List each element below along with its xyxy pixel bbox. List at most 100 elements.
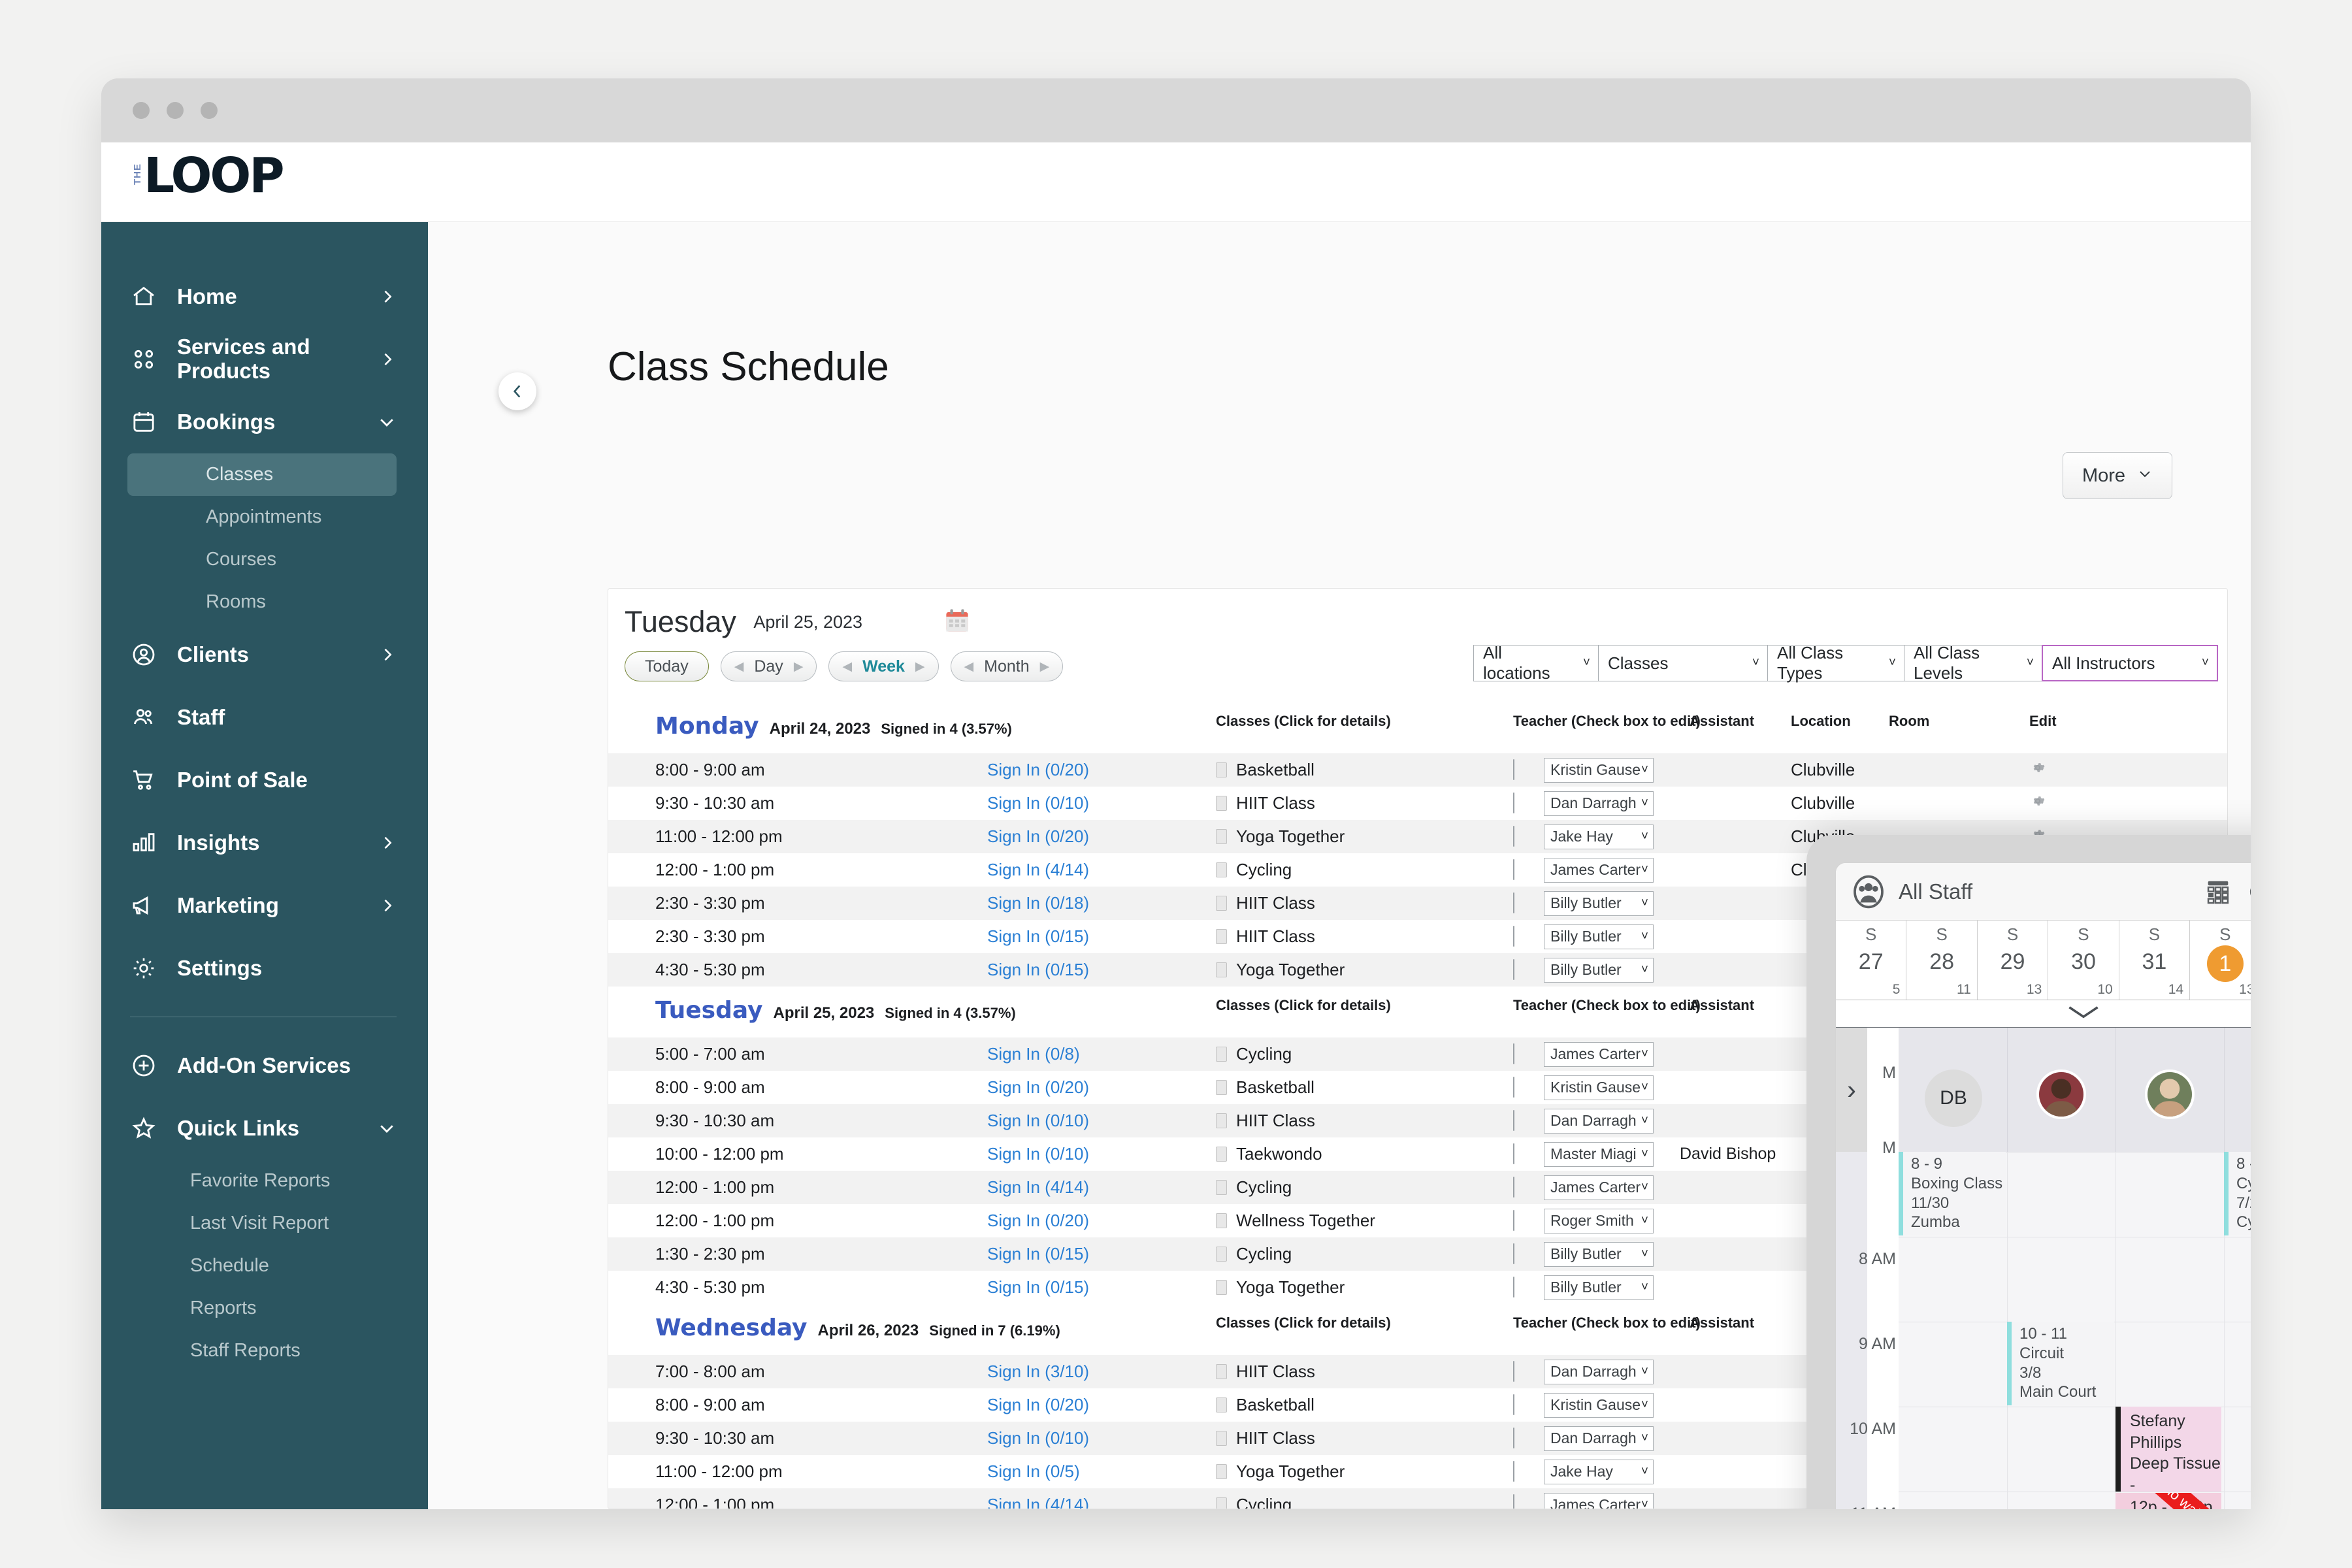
sign-in-link[interactable]: Sign In (0/20) [987, 826, 1089, 847]
staff-filter-label[interactable]: All Staff [1899, 879, 1972, 904]
today-button[interactable]: Today [625, 651, 709, 681]
class-name-cell[interactable]: Cycling [1216, 860, 1292, 880]
window-minimize-dot[interactable] [167, 102, 184, 119]
class-name-cell[interactable]: HIIT Class [1216, 1428, 1315, 1448]
sidebar-item-reports[interactable]: Reports [127, 1287, 397, 1330]
class-name-cell[interactable]: Cycling [1216, 1495, 1292, 1509]
sign-in-link[interactable]: Sign In (4/14) [987, 1495, 1089, 1509]
sidebar-item-services-and-products[interactable]: Services and Products [101, 328, 428, 391]
week-view-toggle[interactable]: ◀ Week ▶ [828, 651, 938, 681]
sign-in-link[interactable]: Sign In (4/14) [987, 1177, 1089, 1198]
sign-in-link[interactable]: Sign In (0/10) [987, 1144, 1089, 1164]
teacher-select[interactable]: Billy Butler˅ [1544, 958, 1654, 983]
sign-in-link[interactable]: Sign In (0/5) [987, 1462, 1080, 1482]
expand-staff-arrow[interactable]: › [1836, 1028, 1867, 1152]
week-day-cell[interactable]: S3010 [2048, 921, 2118, 1000]
week-day-cell[interactable]: S2811 [1906, 921, 1976, 1000]
prev-day-icon[interactable]: ◀ [734, 659, 744, 674]
class-name-cell[interactable]: Basketball [1216, 1395, 1315, 1415]
sidebar-item-appointments[interactable]: Appointments [127, 496, 397, 538]
class-name-cell[interactable]: Yoga Together [1216, 1277, 1345, 1298]
sidebar-item-marketing[interactable]: Marketing [101, 874, 428, 937]
sign-in-link[interactable]: Sign In (0/15) [987, 1244, 1089, 1264]
class-name-cell[interactable]: Yoga Together [1216, 826, 1345, 847]
window-maximize-dot[interactable] [201, 102, 218, 119]
sidebar-item-clients[interactable]: Clients [101, 623, 428, 686]
edit-checkbox[interactable] [1513, 1077, 1514, 1098]
teacher-select[interactable]: James Carter˅ [1544, 858, 1654, 883]
more-button[interactable]: More [2063, 452, 2172, 499]
edit-checkbox[interactable] [1513, 1277, 1514, 1298]
sidebar-item-settings[interactable]: Settings [101, 937, 428, 1000]
sign-in-link[interactable]: Sign In (0/20) [987, 1077, 1089, 1098]
sidebar-item-point-of-sale[interactable]: Point of Sale [101, 749, 428, 811]
class-name-cell[interactable]: HIIT Class [1216, 1362, 1315, 1382]
sign-in-link[interactable]: Sign In (4/14) [987, 860, 1089, 880]
class-name-cell[interactable]: Cycling [1216, 1244, 1292, 1264]
calendar-event[interactable]: 8 - 9Boxing Class11/30Zumba Room [1899, 1152, 2006, 1235]
window-close-dot[interactable] [133, 102, 150, 119]
filter-locations[interactable]: All locations ˅ [1473, 645, 1599, 681]
sign-in-link[interactable]: Sign In (0/10) [987, 1428, 1089, 1448]
sidebar-item-last-visit-report[interactable]: Last Visit Report [127, 1202, 397, 1245]
sign-in-link[interactable]: Sign In (3/10) [987, 1362, 1089, 1382]
class-name-cell[interactable]: HIIT Class [1216, 893, 1315, 913]
edit-checkbox[interactable] [1513, 826, 1514, 847]
sidebar-item-quick-links[interactable]: Quick Links [101, 1097, 428, 1160]
calendar-appointment[interactable]: StefanyPhillipsDeep Tissue -60 Min [2115, 1407, 2221, 1492]
sign-in-link[interactable]: Sign In (0/10) [987, 793, 1089, 813]
edit-checkbox[interactable] [1513, 1395, 1514, 1415]
edit-checkbox[interactable] [1513, 1362, 1514, 1382]
sidebar-item-staff-reports[interactable]: Staff Reports [127, 1330, 397, 1372]
class-name-cell[interactable]: Taekwondo [1216, 1144, 1322, 1164]
sidebar-item-favorite-reports[interactable]: Favorite Reports [127, 1160, 397, 1202]
class-name-cell[interactable]: HIIT Class [1216, 793, 1315, 813]
sign-in-link[interactable]: Sign In (0/15) [987, 960, 1089, 980]
class-name-cell[interactable]: Cycling [1216, 1044, 1292, 1064]
week-day-cell[interactable]: S2913 [1977, 921, 2048, 1000]
teacher-select[interactable]: James Carter˅ [1544, 1042, 1654, 1067]
teacher-select[interactable]: Billy Butler˅ [1544, 1242, 1654, 1267]
teacher-select[interactable]: Dan Darragh˅ [1544, 1360, 1654, 1384]
sign-in-link[interactable]: Sign In (0/8) [987, 1044, 1080, 1064]
sidebar-item-courses[interactable]: Courses [127, 538, 397, 581]
edit-checkbox[interactable] [1513, 893, 1514, 913]
edit-gear-icon[interactable] [2029, 759, 2046, 781]
class-name-cell[interactable]: HIIT Class [1216, 926, 1315, 947]
teacher-select[interactable]: Billy Butler˅ [1544, 924, 1654, 949]
teacher-select[interactable]: James Carter˅ [1544, 1493, 1654, 1510]
edit-checkbox[interactable] [1513, 793, 1514, 813]
sign-in-link[interactable]: Sign In (0/10) [987, 1111, 1089, 1131]
filter-instructors[interactable]: All Instructors ˅ [2042, 645, 2218, 681]
day-view-toggle[interactable]: ◀ Day ▶ [721, 651, 817, 681]
refresh-icon[interactable] [2245, 877, 2251, 907]
class-name-cell[interactable]: Basketball [1216, 760, 1315, 780]
teacher-select[interactable]: Billy Butler˅ [1544, 891, 1654, 916]
next-week-icon[interactable]: ▶ [915, 659, 925, 674]
avatar[interactable] [2145, 1070, 2195, 1119]
sign-in-link[interactable]: Sign In (0/20) [987, 1211, 1089, 1231]
sign-in-link[interactable]: Sign In (0/20) [987, 760, 1089, 780]
teacher-select[interactable]: Kristin Gause˅ [1544, 1393, 1654, 1418]
teacher-select[interactable]: Master Miagi˅ [1544, 1142, 1654, 1167]
sign-in-link[interactable]: Sign In (0/18) [987, 893, 1089, 913]
edit-checkbox[interactable] [1513, 960, 1514, 980]
edit-checkbox[interactable] [1513, 1428, 1514, 1448]
calendar-picker-icon[interactable] [943, 607, 971, 638]
filter-class-levels[interactable]: All Class Levels ˅ [1904, 645, 2042, 681]
class-name-cell[interactable]: Wellness Together [1216, 1211, 1375, 1231]
prev-week-icon[interactable]: ◀ [842, 659, 852, 674]
edit-checkbox[interactable] [1513, 1111, 1514, 1131]
grid-view-icon[interactable] [2203, 877, 2233, 907]
class-name-cell[interactable]: Yoga Together [1216, 960, 1345, 980]
teacher-select[interactable]: Kristin Gause˅ [1544, 758, 1654, 783]
teacher-select[interactable]: James Carter˅ [1544, 1175, 1654, 1200]
sidebar-item-bookings[interactable]: Bookings [101, 391, 428, 453]
sidebar-item-insights[interactable]: Insights [101, 811, 428, 874]
edit-checkbox[interactable] [1513, 760, 1514, 780]
edit-checkbox[interactable] [1513, 1177, 1514, 1198]
week-day-cell[interactable]: S275 [1836, 921, 1906, 1000]
edit-checkbox[interactable] [1513, 926, 1514, 947]
next-day-icon[interactable]: ▶ [794, 659, 804, 674]
calendar-event[interactable]: 10 - 11Circuit3/8Main Court [2007, 1322, 2114, 1405]
